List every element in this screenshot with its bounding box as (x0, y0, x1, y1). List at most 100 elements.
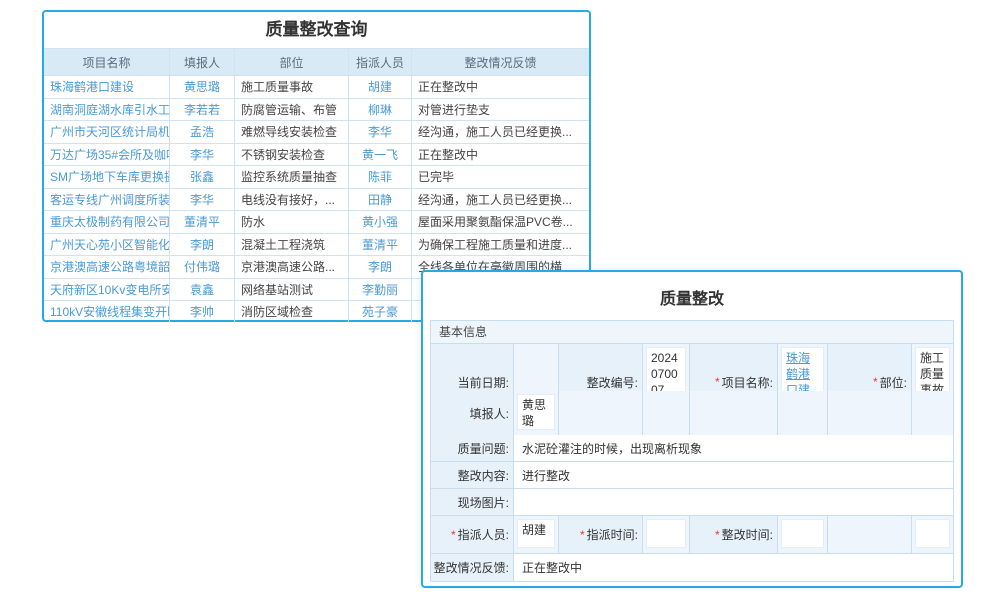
problem-value: 水泥砼灌注的时候，出现离析现象 (513, 435, 953, 462)
feedback-cell: 经沟通，施工人员已经更换... (412, 188, 589, 211)
photo-value (513, 489, 953, 516)
project-name-cell[interactable]: 湖南洞庭湖水库引水工程施 (44, 98, 170, 121)
table-row: 广州市天河区统计局机房改 孟浩 难燃导线安装检查 李华 经沟通，施工人员已经更换… (44, 120, 589, 143)
assignee-cell: 胡建 (349, 75, 412, 98)
form-row-6: *指派人员: 胡建 *指派时间: *整改时间: (430, 516, 953, 554)
part-cell: 电线没有接好，... (235, 188, 349, 211)
assignee-cell: 李华 (349, 120, 412, 143)
filler-value-cell: 黄思璐 (513, 391, 558, 436)
form-row-3: 质量问题: 水泥砼灌注的时候，出现离析现象 (430, 435, 953, 462)
screen: 质量整改查询 项目名称 填报人 部位 指派人员 整改情况反馈 珠海鹤港口建设 黄… (0, 0, 1000, 600)
basic-info-section-header: 基本信息 (430, 320, 954, 344)
project-name-cell[interactable]: 天府新区10Kv变电所安装工 (44, 278, 170, 301)
project-name-cell[interactable]: 广州市天河区统计局机房改 (44, 120, 170, 143)
assignee-cell: 陈菲 (349, 165, 412, 188)
form-row-7: 整改情况反馈: 正在整改中 (430, 554, 953, 582)
form-row-2: 填报人: 黄思璐 (430, 391, 953, 435)
table-row: 重庆太极制药有限公司亳州 董清平 防水 黄小强 屋面采用聚氨酯保温PVC卷... (44, 210, 589, 233)
assignee-cell: 李勤丽 (349, 278, 412, 301)
required-marker: * (873, 375, 878, 389)
feedback-cell: 正在整改中 (412, 143, 589, 166)
content-value: 进行整改 (513, 462, 953, 489)
project-name-cell[interactable]: 珠海鹤港口建设 (44, 75, 170, 98)
filler-cell: 袁鑫 (170, 278, 235, 301)
rectify-time-input[interactable] (781, 519, 824, 548)
assignee-value-cell: 胡建 (513, 516, 558, 554)
assign-time-cell (642, 516, 689, 554)
assignee-cell: 黄一飞 (349, 143, 412, 166)
rectify-time-label: *整改时间: (689, 516, 777, 554)
project-name-cell[interactable]: 广州天心苑小区智能化系统 (44, 233, 170, 256)
required-marker: * (580, 528, 585, 542)
filler-cell: 李华 (170, 143, 235, 166)
column-header-assignee: 指派人员 (349, 48, 412, 75)
extra-cell (911, 516, 953, 554)
project-link[interactable]: 110kV安徽线程集变开断线 (50, 303, 169, 320)
query-panel-title: 质量整改查询 (44, 12, 589, 48)
form-title: 质量整改 (430, 272, 954, 320)
required-marker: * (715, 375, 720, 389)
quality-rectification-form-panel: 质量整改 基本信息 当前日期: 整改编号: 2024070007 *项目名称: … (421, 270, 963, 588)
extra-input[interactable] (915, 519, 950, 548)
form-body: 当前日期: 整改编号: 2024070007 *项目名称: 珠海鹤港口建设 *部… (430, 344, 954, 582)
filler-input[interactable]: 黄思璐 (517, 394, 555, 430)
project-link[interactable]: 广州天心苑小区智能化系统 (50, 236, 169, 253)
filler-cell: 黄思璐 (170, 75, 235, 98)
project-name-cell[interactable]: 重庆太极制药有限公司亳州 (44, 210, 170, 233)
assignee-cell: 黄小强 (349, 210, 412, 233)
project-name-cell[interactable]: 110kV安徽线程集变开断线 (44, 300, 170, 323)
column-header-filler: 填报人 (170, 48, 235, 75)
rectify-time-cell (777, 516, 827, 554)
table-row: 客运专线广州调度所装修项 李华 电线没有接好，... 田静 经沟通，施工人员已经… (44, 188, 589, 211)
filler-cell: 孟浩 (170, 120, 235, 143)
project-name-cell[interactable]: 客运专线广州调度所装修项 (44, 188, 170, 211)
form-row-4: 整改内容: 进行整改 (430, 462, 953, 489)
part-cell: 施工质量事故 (235, 75, 349, 98)
project-link[interactable]: 万达广场35#会所及咖啡厅 (50, 146, 169, 163)
filler-label: 填报人: (430, 391, 513, 436)
project-name-cell[interactable]: 京港澳高速公路粤境韶关至 (44, 255, 170, 278)
project-link[interactable]: 珠海鹤港口建设 (50, 78, 134, 95)
project-link[interactable]: 天府新区10Kv变电所安装工 (50, 281, 169, 298)
table-row: 湖南洞庭湖水库引水工程施 李若若 防腐管运输、布管 柳琳 对管进行垫支 (44, 98, 589, 121)
feedback-label: 整改情况反馈: (430, 554, 513, 582)
table-row: SM广场地下车库更换摄像 张鑫 监控系统质量抽查 陈菲 已完毕 (44, 165, 589, 188)
assignee-cell: 苑子豪 (349, 300, 412, 323)
assignee-cell: 董清平 (349, 233, 412, 256)
assignee-cell: 柳琳 (349, 98, 412, 121)
problem-label: 质量问题: (430, 435, 513, 462)
table-row: 广州天心苑小区智能化系统 李朗 混凝土工程浇筑 董清平 为确保工程施工质量和进度… (44, 233, 589, 256)
form-row-5: 现场图片: (430, 489, 953, 516)
column-header-project: 项目名称 (44, 48, 170, 75)
part-cell: 网络基站测试 (235, 278, 349, 301)
project-link[interactable]: 京港澳高速公路粤境韶关至 (50, 258, 169, 275)
project-link[interactable]: 重庆太极制药有限公司亳州 (50, 213, 169, 230)
assignee-label: *指派人员: (430, 516, 513, 554)
feedback-cell: 对管进行垫支 (412, 98, 589, 121)
filler-cell: 李朗 (170, 233, 235, 256)
project-link[interactable]: 广州市天河区统计局机房改 (50, 123, 169, 140)
feedback-cell: 正在整改中 (412, 75, 589, 98)
assign-time-label: *指派时间: (558, 516, 642, 554)
required-marker: * (451, 528, 456, 542)
project-name-cell[interactable]: 万达广场35#会所及咖啡厅 (44, 143, 170, 166)
part-cell: 防水 (235, 210, 349, 233)
project-name-cell[interactable]: SM广场地下车库更换摄像 (44, 165, 170, 188)
part-cell: 混凝土工程浇筑 (235, 233, 349, 256)
project-link[interactable]: SM广场地下车库更换摄像 (50, 168, 169, 185)
filler-cell: 董清平 (170, 210, 235, 233)
part-cell: 消防区域检查 (235, 300, 349, 323)
required-marker: * (715, 528, 720, 542)
filler-cell: 李若若 (170, 98, 235, 121)
assignee-cell: 李朗 (349, 255, 412, 278)
project-link[interactable]: 客运专线广州调度所装修项 (50, 191, 169, 208)
feedback-cell: 为确保工程施工质量和进度... (412, 233, 589, 256)
feedback-cell: 经沟通，施工人员已经更换... (412, 120, 589, 143)
query-table-header: 项目名称 填报人 部位 指派人员 整改情况反馈 (44, 48, 589, 75)
feedback-cell: 屋面采用聚氨酯保温PVC卷... (412, 210, 589, 233)
project-link[interactable]: 湖南洞庭湖水库引水工程施 (50, 101, 169, 118)
assignee-input[interactable]: 胡建 (517, 519, 555, 548)
filler-cell: 付伟璐 (170, 255, 235, 278)
filler-cell: 张鑫 (170, 165, 235, 188)
assign-time-input[interactable] (646, 519, 686, 548)
